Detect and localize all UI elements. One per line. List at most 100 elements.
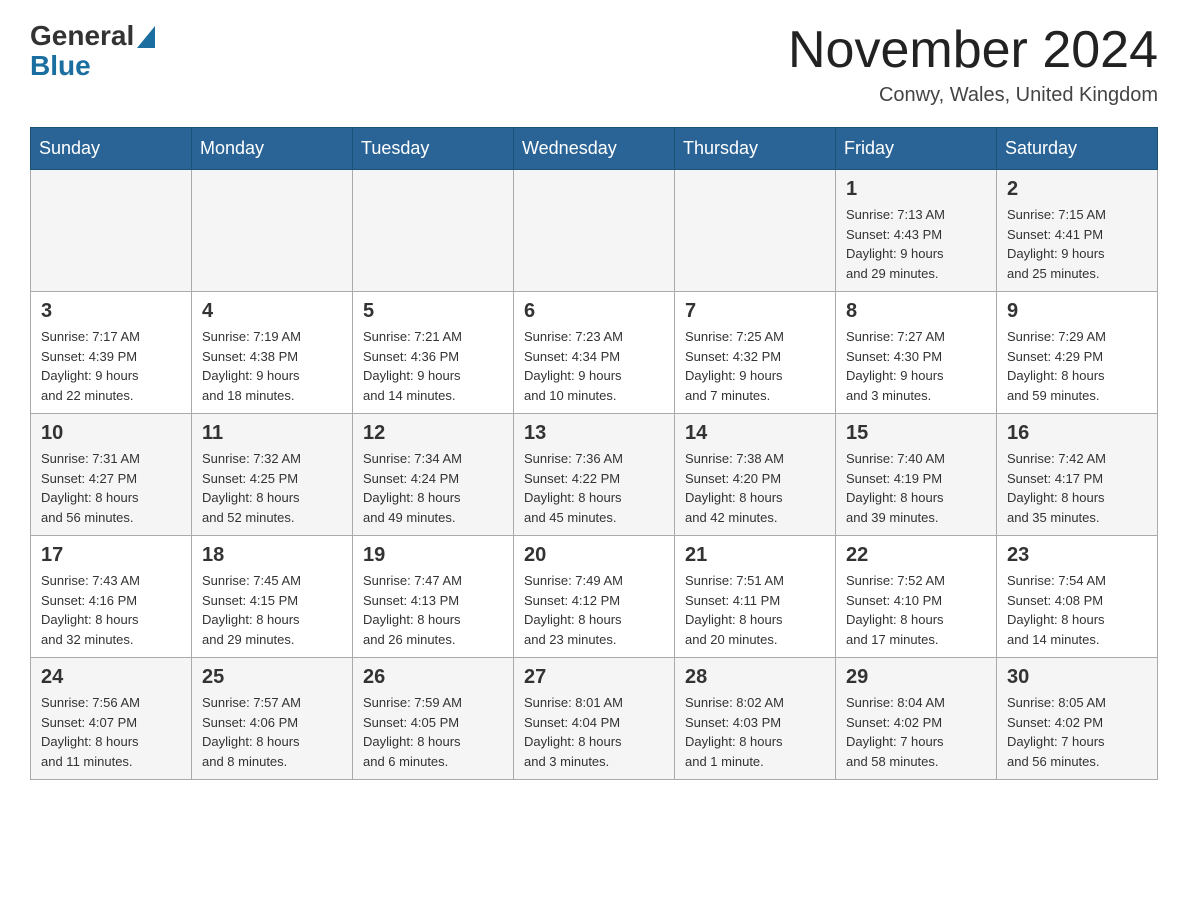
day-number: 25 <box>202 666 342 689</box>
weekday-header-saturday: Saturday <box>997 128 1158 170</box>
day-info: Sunrise: 7:38 AMSunset: 4:20 PMDaylight:… <box>685 449 825 527</box>
weekday-header-monday: Monday <box>192 128 353 170</box>
calendar-cell: 7Sunrise: 7:25 AMSunset: 4:32 PMDaylight… <box>675 292 836 414</box>
day-info: Sunrise: 7:23 AMSunset: 4:34 PMDaylight:… <box>524 327 664 405</box>
day-number: 4 <box>202 300 342 323</box>
calendar-cell: 14 Sunrise: 7:38 AMSunset: 4:20 PMDayligh… <box>675 414 836 536</box>
calendar-cell <box>675 170 836 292</box>
day-info: Sunrise: 8:04 AMSunset: 4:02 PMDaylight:… <box>846 693 986 771</box>
calendar-cell <box>192 170 353 292</box>
day-number: 13 <box>524 422 664 445</box>
day-info: Sunrise: 7:57 AMSunset: 4:06 PMDaylight:… <box>202 693 342 771</box>
day-info: Sunrise: 7:52 AMSunset: 4:10 PMDaylight:… <box>846 571 986 649</box>
weekday-header-sunday: Sunday <box>31 128 192 170</box>
calendar-cell <box>31 170 192 292</box>
day-info: Sunrise: 7:29 AMSunset: 4:29 PMDaylight:… <box>1007 327 1147 405</box>
day-number: 3 <box>41 300 181 323</box>
day-info: Sunrise: 7:15 AMSunset: 4:41 PMDaylight:… <box>1007 205 1147 283</box>
logo-general-text: General <box>30 20 134 52</box>
calendar-cell: 26Sunrise: 7:59 AMSunset: 4:05 PMDayligh… <box>353 658 514 780</box>
weekday-header-thursday: Thursday <box>675 128 836 170</box>
calendar-cell: 16 Sunrise: 7:42 AMSunset: 4:17 PMDayligh… <box>997 414 1158 536</box>
day-number: 11 <box>202 422 342 445</box>
day-number: 2 <box>1007 178 1147 201</box>
weekday-header-row: SundayMondayTuesdayWednesdayThursdayFrid… <box>31 128 1158 170</box>
day-info: Sunrise: 7:34 AMSunset: 4:24 PMDaylight:… <box>363 449 503 527</box>
logo-blue-text: Blue <box>30 50 91 82</box>
calendar-cell: 12Sunrise: 7:34 AMSunset: 4:24 PMDayligh… <box>353 414 514 536</box>
day-number: 27 <box>524 666 664 689</box>
calendar-cell: 5 Sunrise: 7:21 AMSunset: 4:36 PMDaylight… <box>353 292 514 414</box>
calendar-cell: 21Sunrise: 7:51 AMSunset: 4:11 PMDayligh… <box>675 536 836 658</box>
calendar-cell: 18Sunrise: 7:45 AMSunset: 4:15 PMDayligh… <box>192 536 353 658</box>
day-info: Sunrise: 7:54 AMSunset: 4:08 PMDaylight:… <box>1007 571 1147 649</box>
calendar-cell: 28 Sunrise: 8:02 AMSunset: 4:03 PMDayligh… <box>675 658 836 780</box>
calendar-cell: 11 Sunrise: 7:32 AMSunset: 4:25 PMDayligh… <box>192 414 353 536</box>
day-info: Sunrise: 7:32 AMSunset: 4:25 PMDaylight:… <box>202 449 342 527</box>
calendar-cell: 4Sunrise: 7:19 AMSunset: 4:38 PMDaylight… <box>192 292 353 414</box>
day-number: 1 <box>846 178 986 201</box>
day-number: 6 <box>524 300 664 323</box>
calendar-cell: 17 Sunrise: 7:43 AMSunset: 4:16 PMDayligh… <box>31 536 192 658</box>
logo: General Blue <box>30 20 155 82</box>
calendar-cell: 6 Sunrise: 7:23 AMSunset: 4:34 PMDaylight… <box>514 292 675 414</box>
day-info: Sunrise: 7:40 AMSunset: 4:19 PMDaylight:… <box>846 449 986 527</box>
calendar-cell: 15Sunrise: 7:40 AMSunset: 4:19 PMDayligh… <box>836 414 997 536</box>
calendar-cell <box>514 170 675 292</box>
day-info: Sunrise: 8:05 AMSunset: 4:02 PMDaylight:… <box>1007 693 1147 771</box>
calendar-cell: 23 Sunrise: 7:54 AMSunset: 4:08 PMDayligh… <box>997 536 1158 658</box>
calendar-cell: 20 Sunrise: 7:49 AMSunset: 4:12 PMDayligh… <box>514 536 675 658</box>
day-number: 24 <box>41 666 181 689</box>
day-number: 28 <box>685 666 825 689</box>
day-info: Sunrise: 7:43 AMSunset: 4:16 PMDaylight:… <box>41 571 181 649</box>
calendar-cell: 8Sunrise: 7:27 AMSunset: 4:30 PMDaylight… <box>836 292 997 414</box>
day-number: 29 <box>846 666 986 689</box>
calendar-cell: 29 Sunrise: 8:04 AMSunset: 4:02 PMDayligh… <box>836 658 997 780</box>
location-text: Conwy, Wales, United Kingdom <box>788 84 1158 107</box>
calendar-cell: 22 Sunrise: 7:52 AMSunset: 4:10 PMDayligh… <box>836 536 997 658</box>
day-number: 5 <box>363 300 503 323</box>
calendar-cell: 9 Sunrise: 7:29 AMSunset: 4:29 PMDaylight… <box>997 292 1158 414</box>
page-header: General Blue November 2024 Conwy, Wales,… <box>30 20 1158 107</box>
day-info: Sunrise: 7:49 AMSunset: 4:12 PMDaylight:… <box>524 571 664 649</box>
weekday-header-friday: Friday <box>836 128 997 170</box>
day-info: Sunrise: 7:27 AMSunset: 4:30 PMDaylight:… <box>846 327 986 405</box>
calendar-cell: 13 Sunrise: 7:36 AMSunset: 4:22 PMDayligh… <box>514 414 675 536</box>
day-number: 18 <box>202 544 342 567</box>
day-info: Sunrise: 7:21 AMSunset: 4:36 PMDaylight:… <box>363 327 503 405</box>
calendar-cell: 25 Sunrise: 7:57 AMSunset: 4:06 PMDayligh… <box>192 658 353 780</box>
calendar-cell: 30Sunrise: 8:05 AMSunset: 4:02 PMDayligh… <box>997 658 1158 780</box>
calendar-cell: 27Sunrise: 8:01 AMSunset: 4:04 PMDayligh… <box>514 658 675 780</box>
day-number: 20 <box>524 544 664 567</box>
day-info: Sunrise: 7:31 AMSunset: 4:27 PMDaylight:… <box>41 449 181 527</box>
day-info: Sunrise: 7:25 AMSunset: 4:32 PMDaylight:… <box>685 327 825 405</box>
day-number: 17 <box>41 544 181 567</box>
calendar-table: SundayMondayTuesdayWednesdayThursdayFrid… <box>30 127 1158 780</box>
day-number: 23 <box>1007 544 1147 567</box>
logo-triangle-icon <box>137 26 155 48</box>
day-number: 14 <box>685 422 825 445</box>
day-number: 10 <box>41 422 181 445</box>
day-number: 22 <box>846 544 986 567</box>
day-number: 19 <box>363 544 503 567</box>
calendar-week-row: 24 Sunrise: 7:56 AMSunset: 4:07 PMDayligh… <box>31 658 1158 780</box>
month-title: November 2024 <box>788 20 1158 80</box>
calendar-week-row: 10 Sunrise: 7:31 AMSunset: 4:27 PMDayligh… <box>31 414 1158 536</box>
title-section: November 2024 Conwy, Wales, United Kingd… <box>788 20 1158 107</box>
calendar-week-row: 3 Sunrise: 7:17 AMSunset: 4:39 PMDaylight… <box>31 292 1158 414</box>
day-number: 9 <box>1007 300 1147 323</box>
weekday-header-tuesday: Tuesday <box>353 128 514 170</box>
weekday-header-wednesday: Wednesday <box>514 128 675 170</box>
day-info: Sunrise: 7:42 AMSunset: 4:17 PMDaylight:… <box>1007 449 1147 527</box>
day-info: Sunrise: 7:13 AMSunset: 4:43 PMDaylight:… <box>846 205 986 283</box>
calendar-week-row: 1 Sunrise: 7:13 AMSunset: 4:43 PMDaylight… <box>31 170 1158 292</box>
day-info: Sunrise: 7:56 AMSunset: 4:07 PMDaylight:… <box>41 693 181 771</box>
calendar-cell: 2 Sunrise: 7:15 AMSunset: 4:41 PMDaylight… <box>997 170 1158 292</box>
day-number: 16 <box>1007 422 1147 445</box>
day-info: Sunrise: 7:17 AMSunset: 4:39 PMDaylight:… <box>41 327 181 405</box>
day-info: Sunrise: 8:02 AMSunset: 4:03 PMDaylight:… <box>685 693 825 771</box>
calendar-cell: 1 Sunrise: 7:13 AMSunset: 4:43 PMDaylight… <box>836 170 997 292</box>
day-info: Sunrise: 7:36 AMSunset: 4:22 PMDaylight:… <box>524 449 664 527</box>
day-number: 21 <box>685 544 825 567</box>
day-number: 26 <box>363 666 503 689</box>
